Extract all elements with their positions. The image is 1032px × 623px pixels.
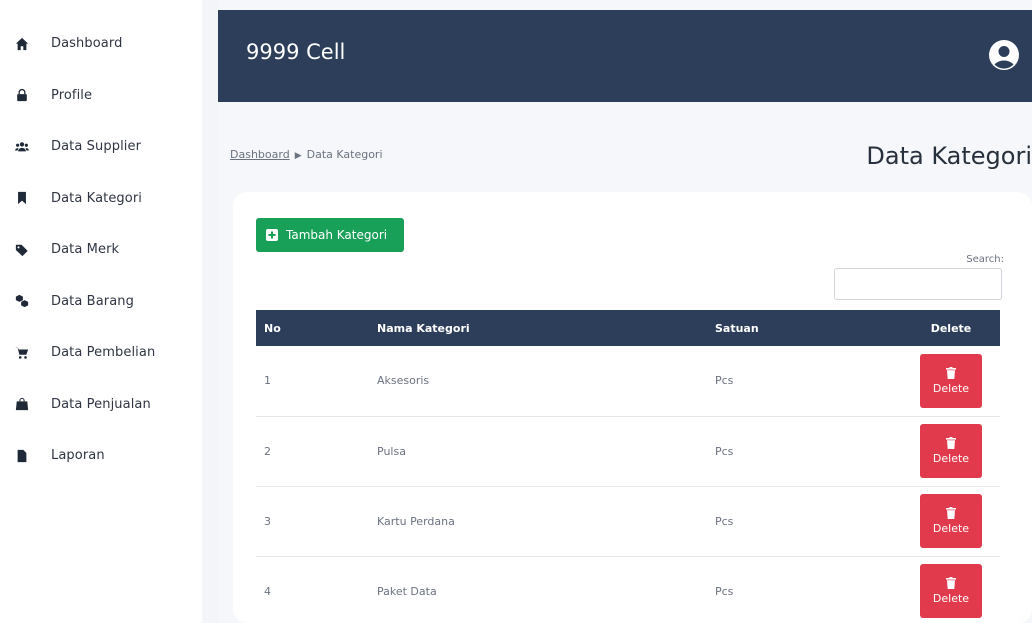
sidebar-item-label: Dashboard (51, 36, 123, 52)
delete-button[interactable]: Delete (920, 353, 982, 408)
table-row: 1 Aksesoris Pcs Delete (256, 346, 1000, 417)
trash-icon (946, 437, 956, 449)
shopping-bag-icon (14, 396, 30, 412)
table-header-row: No Nama Kategori Satuan Delete (256, 310, 1000, 346)
delete-label: Delete (932, 522, 970, 535)
cell-satuan: Pcs (707, 556, 902, 623)
cell-no: 4 (256, 556, 369, 623)
table-row: 4 Paket Data Pcs Delete (256, 556, 1000, 623)
main-content: 9999 Cell Dashboard ▶ Data Kategori Data K… (218, 0, 1032, 623)
home-icon (14, 36, 30, 52)
sidebar-item-label: Laporan (51, 448, 105, 464)
column-header-no[interactable]: No (256, 310, 369, 346)
file-icon (14, 448, 30, 464)
delete-button[interactable]: Delete (920, 564, 982, 618)
sidebar-item-data-penjualan[interactable]: Data Penjualan (0, 379, 202, 431)
cell-nama-kategori: Kartu Perdana (369, 486, 707, 557)
cell-delete: Delete (902, 346, 1000, 417)
bookmark-icon (14, 190, 30, 206)
cell-delete: Delete (902, 556, 1000, 623)
sidebar-item-data-barang[interactable]: Data Barang (0, 276, 202, 328)
delete-button[interactable]: Delete (920, 424, 982, 478)
sidebar-item-label: Profile (51, 87, 93, 103)
sidebar-item-laporan[interactable]: Laporan (0, 430, 202, 482)
cell-satuan: Pcs (707, 346, 902, 417)
sidebar-item-label: Data Kategori (51, 190, 142, 206)
search-input[interactable] (834, 268, 1002, 300)
sidebar-item-data-pembelian[interactable]: Data Pembelian (0, 327, 202, 379)
sidebar-item-data-supplier[interactable]: Data Supplier (0, 121, 202, 173)
delete-label: Delete (932, 452, 970, 465)
breadcrumb-home-link[interactable]: Dashboard (230, 148, 290, 161)
cell-nama-kategori: Paket Data (369, 556, 707, 623)
column-header-nama-kategori[interactable]: Nama Kategori (369, 310, 707, 346)
cell-delete: Delete (902, 416, 1000, 487)
breadcrumb: Dashboard ▶ Data Kategori (230, 148, 383, 161)
search-label: Search: (966, 254, 1004, 265)
top-navbar: 9999 Cell (218, 10, 1032, 102)
sidebar-nav: Dashboard Profile Data Supplier Data Kat… (0, 0, 202, 482)
tag-icon (14, 242, 30, 258)
breadcrumb-separator-icon: ▶ (294, 151, 302, 161)
add-category-button[interactable]: Tambah Kategori (256, 218, 404, 252)
trash-icon (946, 507, 956, 519)
table-row: 3 Kartu Perdana Pcs Delete (256, 486, 1000, 557)
sidebar-item-label: Data Pembelian (51, 345, 156, 361)
delete-label: Delete (932, 381, 970, 395)
cart-icon (14, 345, 30, 361)
sidebar-item-label: Data Supplier (51, 139, 142, 155)
cell-nama-kategori: Pulsa (369, 416, 707, 487)
sidebar-item-dashboard[interactable]: Dashboard (0, 18, 202, 70)
cell-no: 2 (256, 416, 369, 487)
page-title: Data Kategori (866, 142, 1032, 170)
sidebar-item-data-kategori[interactable]: Data Kategori (0, 173, 202, 225)
add-category-label: Tambah Kategori (286, 228, 388, 242)
table-row: 2 Pulsa Pcs Delete (256, 416, 1000, 487)
cell-nama-kategori: Aksesoris (369, 346, 707, 417)
kategori-table: No Nama Kategori Satuan Delete 1 Aksesor… (256, 310, 1000, 623)
lock-icon (14, 87, 30, 103)
breadcrumb-current: Data Kategori (306, 148, 383, 161)
sidebar-divider (202, 0, 218, 623)
cell-delete: Delete (902, 486, 1000, 557)
cell-satuan: Pcs (707, 486, 902, 557)
sidebar: Dashboard Profile Data Supplier Data Kat… (0, 0, 202, 623)
column-header-delete: Delete (902, 310, 1000, 346)
trash-icon (946, 366, 956, 379)
cubes-icon (14, 293, 30, 309)
content-card: Tambah Kategori Search: No Nama Kategori… (233, 192, 1032, 623)
sidebar-item-label: Data Barang (51, 293, 134, 309)
users-icon (14, 139, 30, 155)
trash-icon (946, 577, 956, 589)
cell-satuan: Pcs (707, 416, 902, 487)
sidebar-item-label: Data Merk (51, 242, 120, 258)
column-header-satuan[interactable]: Satuan (707, 310, 902, 346)
cell-no: 1 (256, 346, 369, 417)
user-circle-icon[interactable] (988, 39, 1020, 71)
delete-button[interactable]: Delete (920, 494, 982, 548)
plus-square-icon (266, 229, 278, 241)
sidebar-item-label: Data Penjualan (51, 396, 151, 412)
brand-title[interactable]: 9999 Cell (246, 40, 345, 64)
sidebar-item-data-merk[interactable]: Data Merk (0, 224, 202, 276)
sidebar-item-profile[interactable]: Profile (0, 70, 202, 122)
delete-label: Delete (932, 592, 970, 605)
cell-no: 3 (256, 486, 369, 557)
